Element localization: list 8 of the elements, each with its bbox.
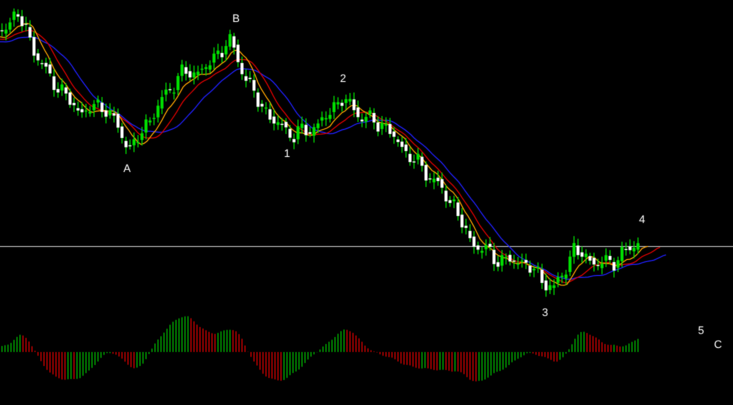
wave-label: B [232,13,240,25]
wave-label: 1 [284,148,290,160]
wave-label: 2 [340,73,346,85]
wave-label: 3 [542,307,548,319]
wave-label: C [714,339,722,351]
wave-label: A [123,163,131,175]
wave-label: 4 [638,214,646,226]
wave-label: 5 [698,325,704,337]
